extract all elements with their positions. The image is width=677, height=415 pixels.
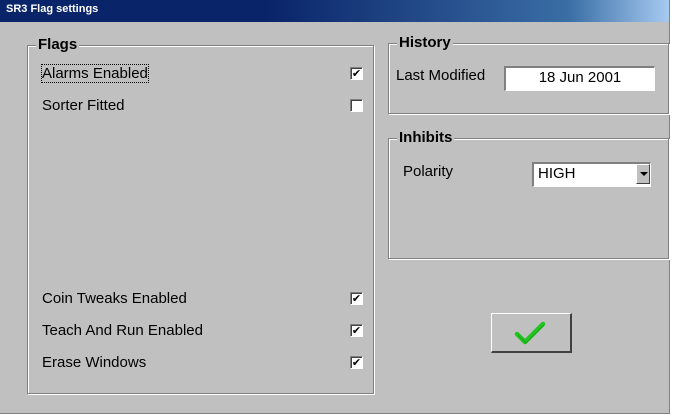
flag-label: Sorter Fitted xyxy=(42,97,125,114)
dialog-window: SR3 Flag settings Flags Alarms Enabled ✔… xyxy=(0,0,670,414)
inhibits-group: Inhibits Polarity HIGH xyxy=(388,129,669,259)
ok-button[interactable] xyxy=(491,313,572,353)
flag-row-alarms-enabled[interactable]: Alarms Enabled ✔ xyxy=(28,63,373,85)
flag-row-teach-and-run-enabled[interactable]: Teach And Run Enabled ✔ xyxy=(28,320,373,342)
flag-row-sorter-fitted[interactable]: Sorter Fitted xyxy=(28,95,373,117)
checkmark-icon xyxy=(514,321,546,345)
flag-row-erase-windows[interactable]: Erase Windows ✔ xyxy=(28,352,373,374)
erase-windows-checkbox[interactable]: ✔ xyxy=(350,356,363,369)
alarms-enabled-checkbox[interactable]: ✔ xyxy=(350,67,363,80)
window-title: SR3 Flag settings xyxy=(6,3,99,15)
coin-tweaks-enabled-checkbox[interactable]: ✔ xyxy=(350,292,363,305)
flag-label: Coin Tweaks Enabled xyxy=(42,290,187,307)
flag-label: Erase Windows xyxy=(42,354,147,371)
last-modified-field[interactable]: 18 Jun 2001 xyxy=(504,66,655,91)
sorter-fitted-checkbox[interactable] xyxy=(350,99,363,112)
polarity-selected-value: HIGH xyxy=(538,165,576,182)
flag-label: Alarms Enabled xyxy=(41,64,149,83)
flags-group: Flags Alarms Enabled ✔ Sorter Fitted Coi… xyxy=(27,36,374,394)
last-modified-label: Last Modified xyxy=(396,67,486,84)
chevron-down-icon[interactable] xyxy=(636,164,650,184)
flag-label: Teach And Run Enabled xyxy=(42,322,203,339)
title-bar[interactable]: SR3 Flag settings xyxy=(0,0,669,22)
inhibits-group-label: Inhibits xyxy=(397,129,455,146)
history-group-label: History xyxy=(397,34,453,51)
polarity-select[interactable]: HIGH xyxy=(532,162,651,187)
history-group: History Last Modified 18 Jun 2001 xyxy=(388,34,669,114)
polarity-label: Polarity xyxy=(403,163,454,180)
flags-group-label: Flags xyxy=(36,36,80,53)
flag-row-coin-tweaks-enabled[interactable]: Coin Tweaks Enabled ✔ xyxy=(28,288,373,310)
teach-and-run-enabled-checkbox[interactable]: ✔ xyxy=(350,324,363,337)
